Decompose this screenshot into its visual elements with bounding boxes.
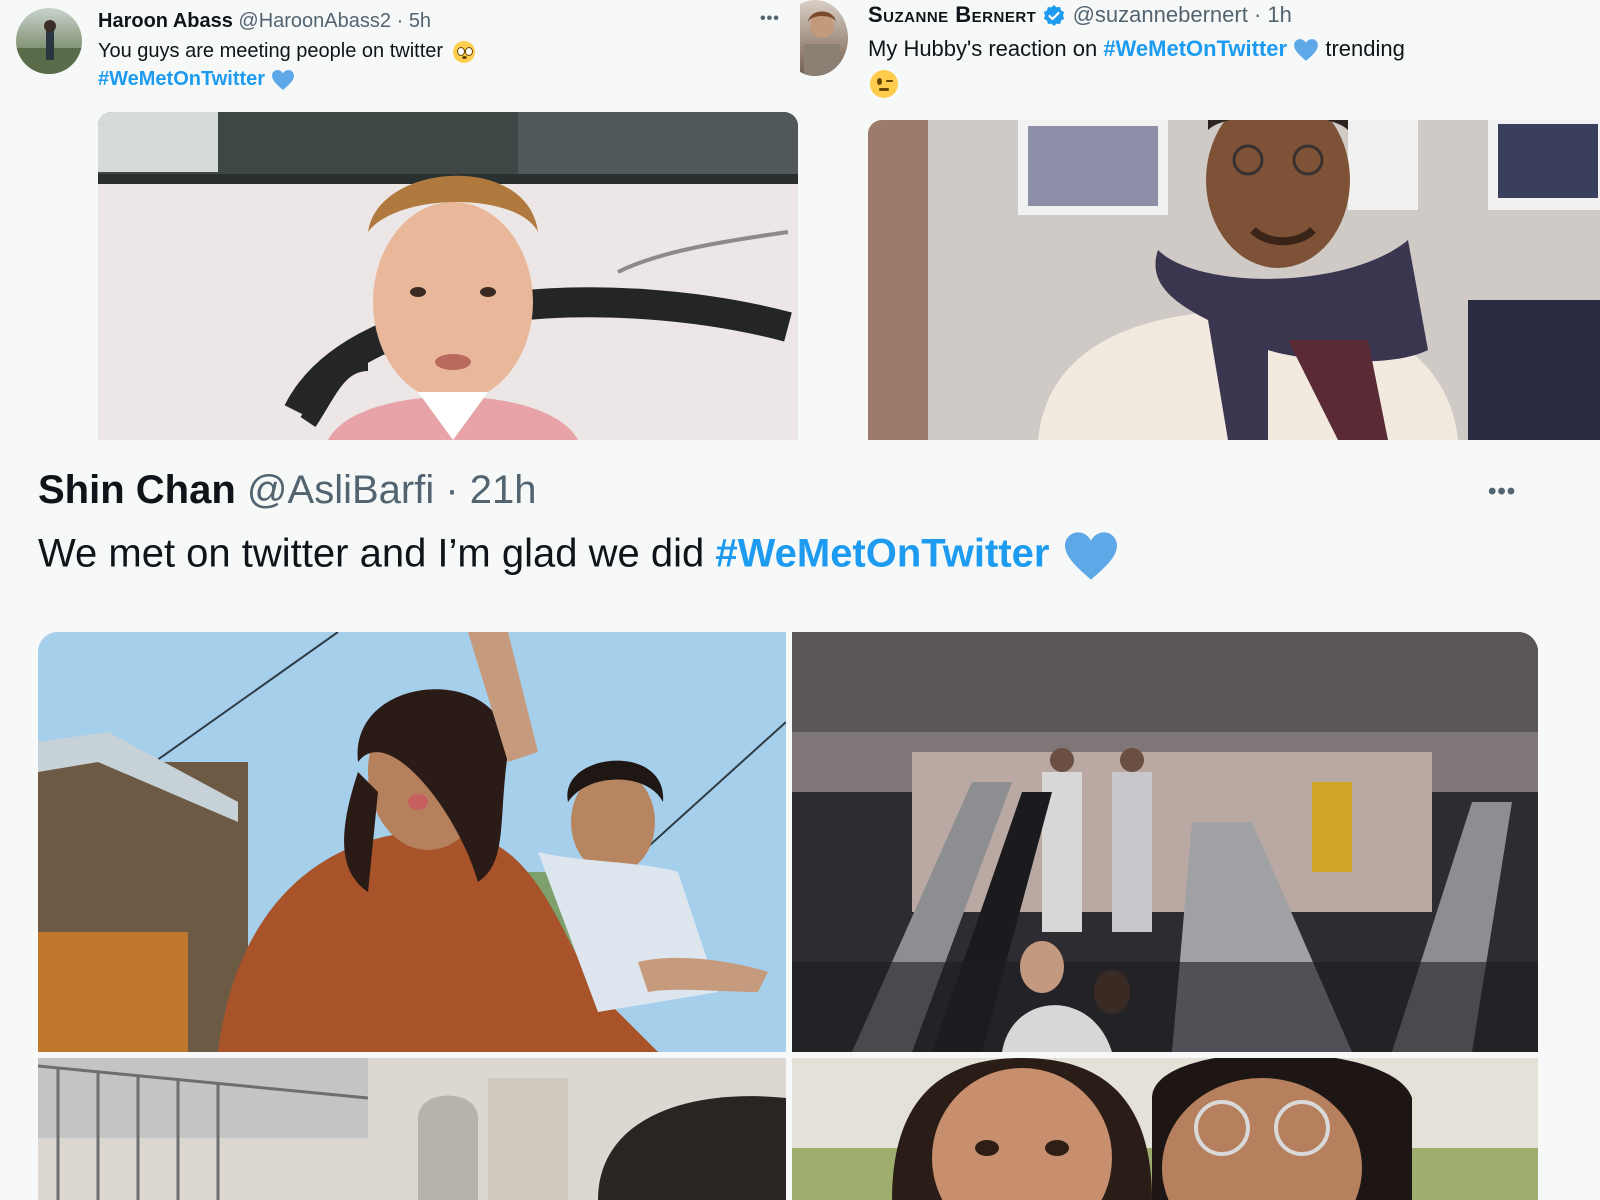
tweet-image[interactable]: [98, 112, 798, 440]
tweet-suzanne: Suzanne Bernert @suzannebernert · 1h My …: [800, 0, 1600, 440]
author-handle[interactable]: @HaroonAbass2: [238, 10, 391, 32]
author-name[interactable]: Suzanne Bernert: [868, 2, 1036, 27]
author-handle[interactable]: @suzannebernert: [1073, 2, 1248, 27]
separator: ·: [1253, 2, 1262, 27]
tweet-image-1[interactable]: [38, 632, 786, 1052]
photo-building: [38, 1058, 786, 1200]
blue-heart-icon: [1294, 39, 1319, 62]
blue-heart-icon: [271, 69, 294, 90]
tweet-image-3[interactable]: [38, 1058, 786, 1200]
author-handle[interactable]: @AsliBarfi: [247, 468, 434, 512]
avatar[interactable]: [16, 8, 82, 74]
photo-selfie-couple: [792, 1058, 1538, 1200]
photo-mall-escalator: [792, 632, 1538, 1052]
more-icon[interactable]: •••: [1488, 478, 1516, 506]
tweet-text: My Hubby's reaction on #WeMetOnTwitter t…: [868, 36, 1405, 62]
separator: ·: [445, 468, 459, 512]
avatar-image: [16, 20, 82, 74]
hashtag-link[interactable]: #WeMetOnTwitter: [98, 68, 265, 90]
tweet-header: Shin Chan @AsliBarfi · 21h: [38, 468, 537, 513]
tweet-body-trailing: trending: [1325, 36, 1405, 61]
tweet-text: We met on twitter and I’m glad we did #W…: [38, 530, 1121, 582]
tweet-image[interactable]: [868, 120, 1600, 440]
tweet-text: You guys are meeting people on twitter: [98, 40, 475, 63]
tweet-body: We met on twitter and I’m glad we did: [38, 531, 716, 576]
avatar-image: [804, 11, 840, 76]
tweet-image-grid: [38, 632, 1538, 1200]
timestamp[interactable]: 5h: [409, 10, 431, 32]
photo-man-scarf: [868, 120, 1600, 440]
tweet-body: My Hubby's reaction on: [868, 36, 1104, 61]
hashtag-link[interactable]: #WeMetOnTwitter: [1103, 36, 1287, 61]
timestamp[interactable]: 21h: [470, 468, 537, 512]
tweet-header: Haroon Abass @HaroonAbass2 · 5h: [98, 10, 431, 33]
hashtag-link[interactable]: #WeMetOnTwitter: [715, 532, 1049, 576]
tweet-emoji-line: [870, 70, 898, 98]
avatar[interactable]: [800, 0, 848, 76]
tweet-body: You guys are meeting people on twitter: [98, 40, 444, 62]
tweet-hashtag-line: #WeMetOnTwitter: [98, 68, 295, 91]
author-name[interactable]: Haroon Abass: [98, 10, 233, 32]
tweet-shinchan: Shin Chan @AsliBarfi · 21h ••• We met on…: [0, 440, 1600, 1200]
author-name[interactable]: Shin Chan: [38, 468, 236, 512]
tweet-image-2[interactable]: [792, 632, 1538, 1052]
separator: ·: [396, 10, 404, 32]
timestamp[interactable]: 1h: [1267, 2, 1291, 27]
tweet-haroon: Haroon Abass @HaroonAbass2 · 5h ••• You …: [0, 0, 800, 440]
tweet-image-4[interactable]: [792, 1058, 1538, 1200]
winking-face-icon: [870, 70, 898, 98]
blue-heart-icon: [1064, 532, 1117, 580]
photo-rooftop-couple: [38, 632, 786, 1052]
verified-badge-icon: [1044, 5, 1065, 27]
more-icon[interactable]: •••: [760, 10, 780, 28]
tweet-header: Suzanne Bernert @suzannebernert · 1h: [868, 2, 1292, 28]
photo-bus-scene: [98, 112, 798, 440]
flushed-face-icon: [452, 40, 475, 63]
